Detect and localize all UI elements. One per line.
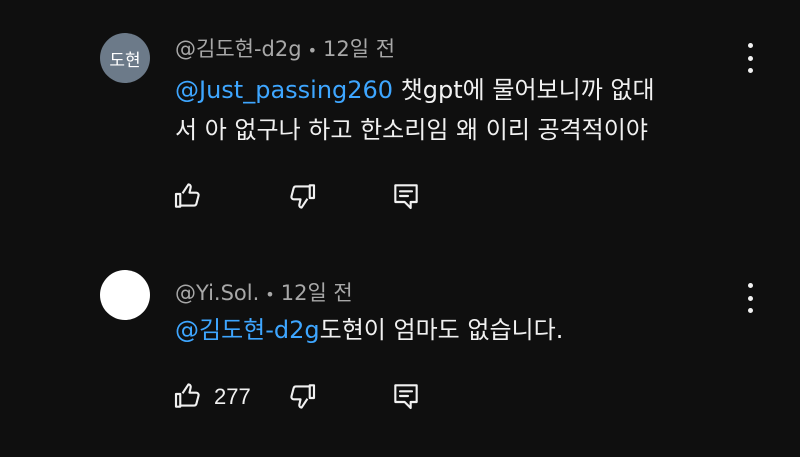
thumbs-down-icon xyxy=(290,384,316,409)
avatar[interactable] xyxy=(100,270,150,320)
thumbs-up-icon xyxy=(174,383,200,408)
author-name[interactable]: @Yi.Sol. xyxy=(175,281,259,305)
thumbs-down-icon xyxy=(290,184,316,209)
thumbs-up-icon xyxy=(174,183,200,208)
reply-icon xyxy=(394,184,418,210)
reply-button[interactable] xyxy=(390,380,426,416)
comment-meta: @김도현-d2g • 12일 전 xyxy=(175,33,395,63)
separator-dot: • xyxy=(265,284,275,304)
more-options-button[interactable] xyxy=(742,43,758,73)
comment-time[interactable]: 12일 전 xyxy=(281,281,353,305)
reply-button[interactable] xyxy=(390,180,426,216)
comment-text-line1: 도현이 엄마도 없습니다. xyxy=(319,316,564,344)
dislike-button[interactable] xyxy=(286,380,322,416)
avatar[interactable]: 도현 xyxy=(100,33,150,83)
comment-text-line2: 서 아 없구나 하고 한소리임 왜 이리 공격적이야 xyxy=(175,116,648,144)
like-button[interactable] xyxy=(172,180,208,216)
comment-item: 도현 @김도현-d2g • 12일 전 @Just_passing260 챗gpt에… xyxy=(0,0,800,240)
comment-text: @김도현-d2g도현이 엄마도 없습니다. xyxy=(175,310,730,350)
comment-text: @Just_passing260 챗gpt에 물어보니까 없대 서 아 없구나 … xyxy=(175,70,730,150)
comment-meta: @Yi.Sol. • 12일 전 xyxy=(175,277,353,307)
like-button[interactable] xyxy=(172,380,208,416)
mention-link[interactable]: @Just_passing260 xyxy=(175,76,393,104)
comment-time[interactable]: 12일 전 xyxy=(323,37,395,61)
mention-link[interactable]: @김도현-d2g xyxy=(175,316,320,344)
more-vert-icon xyxy=(747,283,753,288)
comment-text-line1: 챗gpt에 물어보니까 없대 xyxy=(393,76,655,104)
dislike-button[interactable] xyxy=(286,180,322,216)
author-name[interactable]: @김도현-d2g xyxy=(175,37,302,61)
more-options-button[interactable] xyxy=(742,283,758,313)
reply-icon xyxy=(394,384,418,410)
like-count: 277 xyxy=(214,384,251,409)
more-vert-icon xyxy=(747,43,753,48)
avatar-initials: 도현 xyxy=(109,50,141,71)
separator-dot: • xyxy=(307,40,317,60)
comment-item: @Yi.Sol. • 12일 전 @김도현-d2g도현이 엄마도 없습니다. 277 xyxy=(0,250,800,457)
